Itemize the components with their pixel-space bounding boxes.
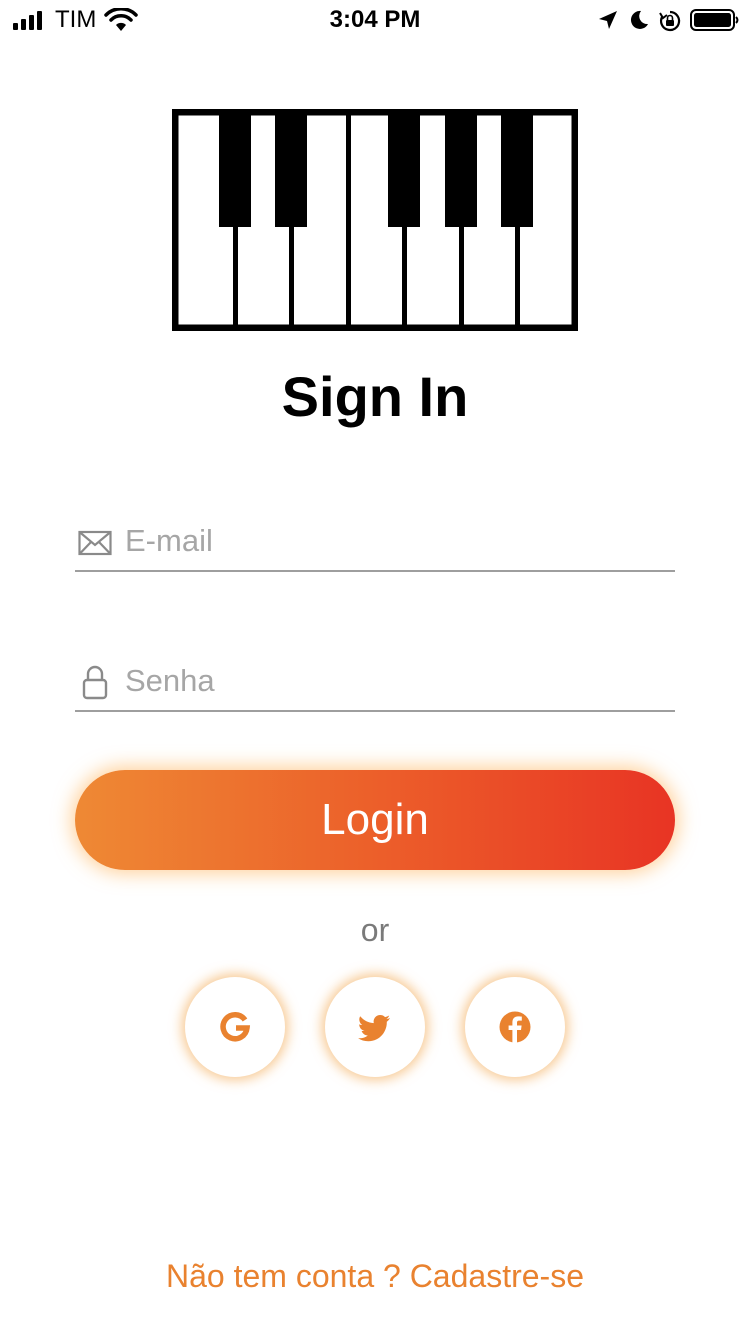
do-not-disturb-moon-icon: [630, 10, 648, 29]
or-divider-text: or: [360, 912, 390, 948]
rotation-lock-icon: [659, 10, 681, 32]
signup-link[interactable]: Não tem conta ? Cadastre-se: [0, 1258, 750, 1295]
facebook-icon: [499, 1011, 531, 1043]
password-field[interactable]: [75, 650, 675, 712]
battery-icon: [690, 9, 739, 31]
twitter-icon: [358, 1015, 390, 1042]
status-bar: TIM 3:04 PM: [0, 0, 750, 40]
location-arrow-icon: [599, 11, 617, 29]
password-input[interactable]: [123, 656, 667, 706]
google-login-button[interactable]: [185, 977, 285, 1077]
piano-keyboard-icon: [172, 109, 578, 331]
email-input[interactable]: [123, 516, 667, 566]
envelope-icon: [78, 530, 112, 556]
lock-icon: [82, 665, 108, 700]
facebook-login-button[interactable]: [465, 977, 565, 1077]
page-title: Sign In: [281, 365, 469, 428]
twitter-login-button[interactable]: [325, 977, 425, 1077]
email-field[interactable]: [75, 510, 675, 572]
google-icon: [220, 1012, 251, 1042]
login-button[interactable]: Login: [75, 770, 675, 870]
